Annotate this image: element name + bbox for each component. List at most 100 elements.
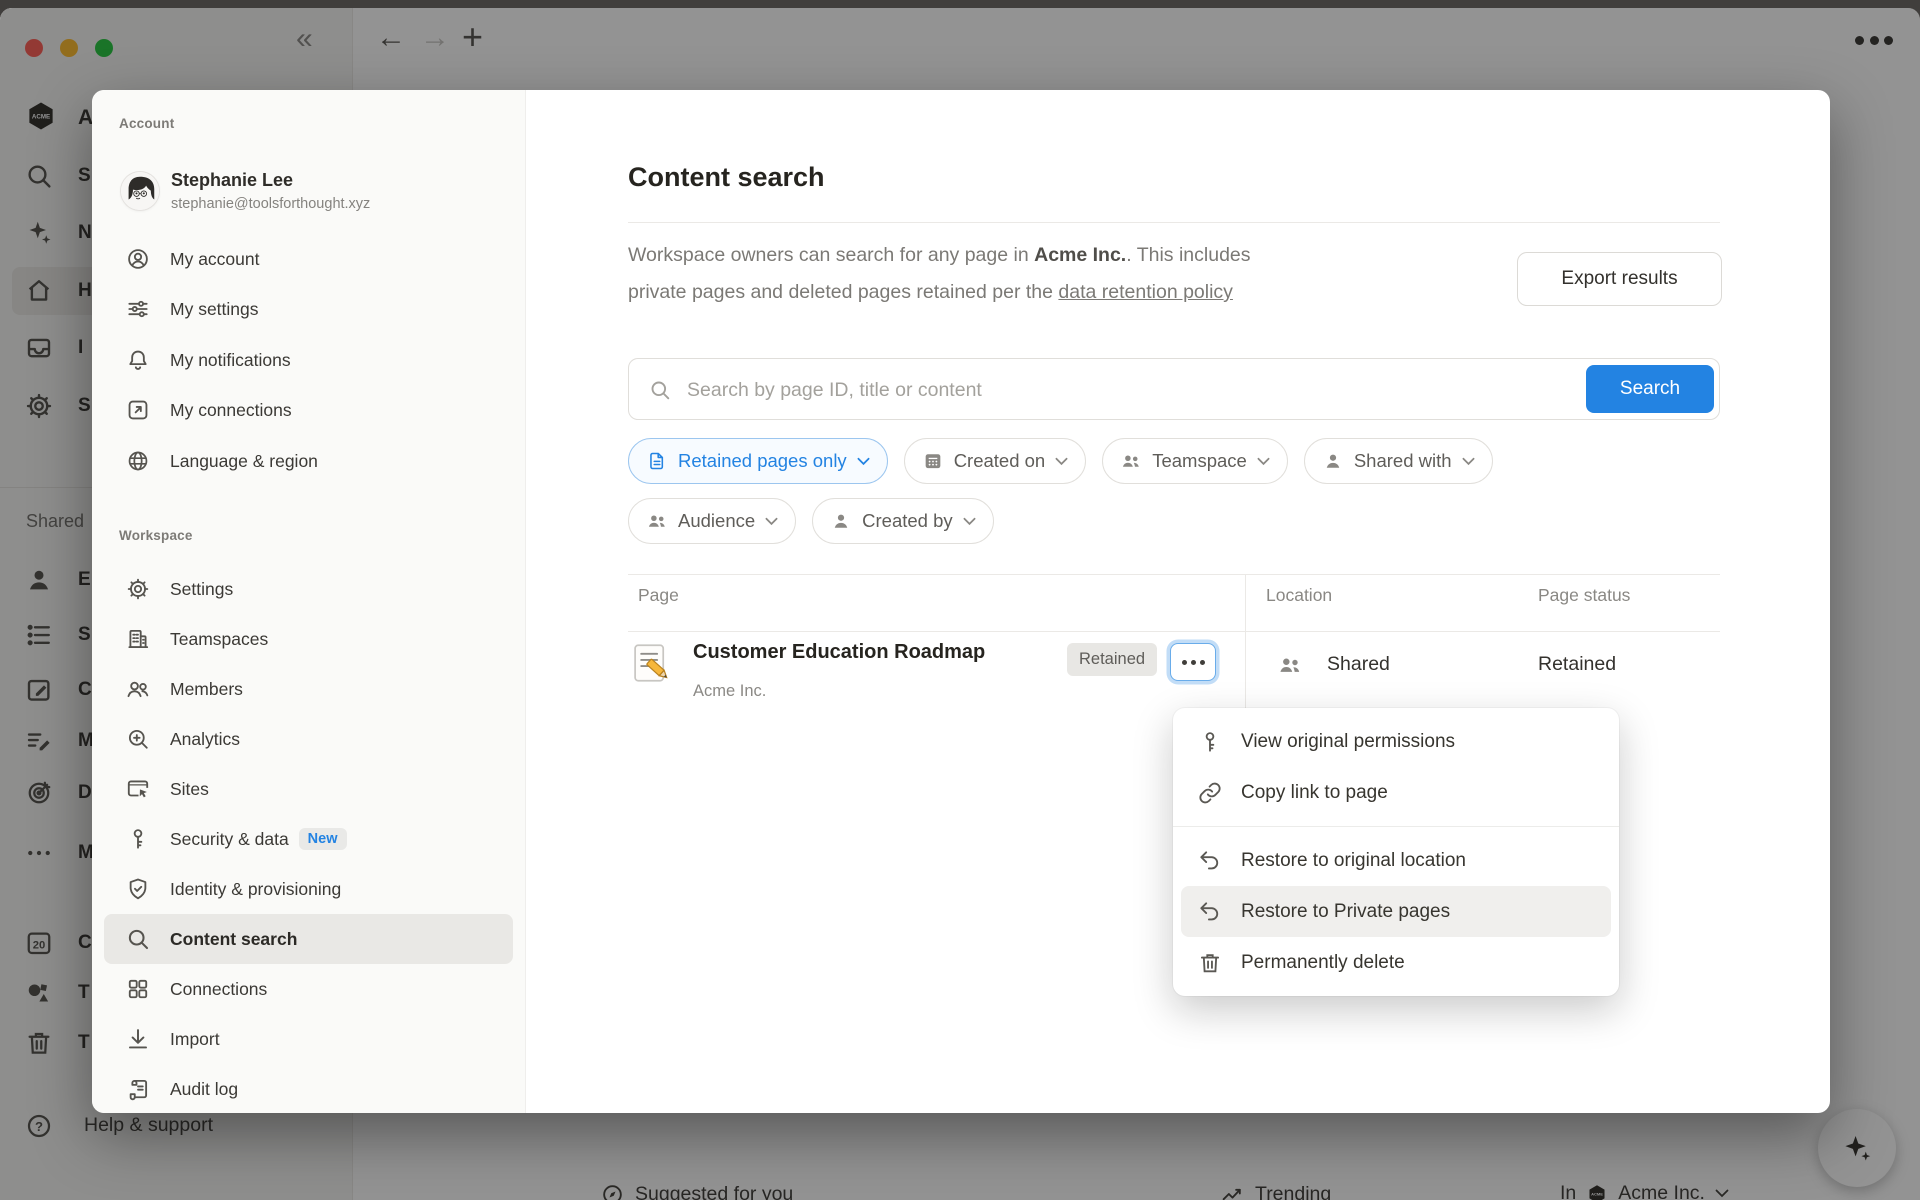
sidebar-item-teamspaces[interactable]: Teamspaces <box>104 614 513 664</box>
settings-modal: Account Stephanie Lee stephanie@toolsfor… <box>92 90 1830 1113</box>
row-more-button[interactable] <box>1170 643 1216 681</box>
sidebar-item-label: Content search <box>170 929 297 950</box>
filter-chip-created-by[interactable]: Created by <box>812 498 994 544</box>
sidebar-item-language-region[interactable]: Language & region <box>104 436 513 486</box>
sidebar-item-label: Import <box>170 1029 220 1050</box>
sidebar-item-members[interactable]: Members <box>104 664 513 714</box>
workspace-name-bold: Acme Inc. <box>1034 244 1126 266</box>
arrow-up-right-square-icon <box>125 397 151 423</box>
person-icon <box>830 510 852 532</box>
page-description: Workspace owners can search for any page… <box>628 237 1528 311</box>
sidebar-item-label: Audit log <box>170 1079 238 1100</box>
building-icon <box>125 626 151 652</box>
filter-chip-label: Audience <box>678 510 755 532</box>
menu-item-view-original-permissions[interactable]: View original permissions <box>1181 716 1611 767</box>
sidebar-item-identity-provisioning[interactable]: Identity & provisioning <box>104 864 513 914</box>
search-button[interactable]: Search <box>1586 365 1714 413</box>
menu-item-label: Copy link to page <box>1241 782 1388 804</box>
filter-chip-label: Created by <box>862 510 953 532</box>
profile-email: stephanie@toolsforthought.xyz <box>171 196 370 212</box>
menu-item-label: Restore to Private pages <box>1241 901 1450 923</box>
sidebar-item-label: My account <box>170 249 259 270</box>
sidebar-item-my-notifications[interactable]: My notifications <box>104 335 513 385</box>
sidebar-item-audit-log[interactable]: Audit log <box>104 1064 513 1113</box>
sidebar-item-label: My notifications <box>170 350 291 371</box>
chevron-down-icon <box>1462 457 1475 466</box>
menu-item-permanently-delete[interactable]: Permanently delete <box>1181 937 1611 988</box>
sidebar-item-label: Connections <box>170 979 267 1000</box>
table-header-divider <box>628 631 1720 632</box>
menu-item-restore-original-location[interactable]: Restore to original location <box>1181 835 1611 886</box>
row-page-title: Customer Education Roadmap <box>693 641 985 664</box>
filter-chip-retained-pages-only[interactable]: Retained pages only <box>628 438 888 484</box>
new-badge: New <box>299 828 347 850</box>
sidebar-item-label: Security & data <box>170 829 289 850</box>
document-icon <box>646 450 668 472</box>
restore-arrow-icon <box>1197 848 1223 874</box>
sidebar-item-my-connections[interactable]: My connections <box>104 385 513 435</box>
row-location: Shared <box>1327 653 1390 676</box>
sidebar-item-label: Language & region <box>170 451 318 472</box>
export-results-button[interactable]: Export results <box>1517 252 1722 306</box>
page-title: Content search <box>628 162 825 193</box>
sidebar-item-analytics[interactable]: Analytics <box>104 714 513 764</box>
description-line2: private pages and deleted pages retained… <box>628 274 1528 311</box>
filter-chip-shared-with[interactable]: Shared with <box>1304 438 1493 484</box>
sliders-icon <box>125 296 151 322</box>
trash-icon <box>1197 950 1223 976</box>
data-retention-policy-link[interactable]: data retention policy <box>1058 281 1233 303</box>
download-icon <box>125 1026 151 1052</box>
profile-name[interactable]: Stephanie Lee <box>171 170 293 191</box>
sidebar-item-label: Sites <box>170 779 209 800</box>
search-box: Search <box>628 358 1720 420</box>
chevron-down-icon <box>1257 457 1270 466</box>
calendar-icon <box>922 450 944 472</box>
filter-chip-label: Retained pages only <box>678 450 847 472</box>
gear-icon <box>125 576 151 602</box>
sidebar-item-my-account[interactable]: My account <box>104 234 513 284</box>
sidebar-item-label: Analytics <box>170 729 240 750</box>
sidebar-item-label: Settings <box>170 579 233 600</box>
menu-divider <box>1173 826 1619 827</box>
sidebar-item-import[interactable]: Import <box>104 1014 513 1064</box>
sidebar-item-security-data[interactable]: Security & data New <box>104 814 513 864</box>
sidebar-item-connections[interactable]: Connections <box>104 964 513 1014</box>
filter-chip-audience[interactable]: Audience <box>628 498 796 544</box>
row-page-status: Retained <box>1538 653 1616 676</box>
filter-chip-teamspace[interactable]: Teamspace <box>1102 438 1288 484</box>
restore-arrow-icon <box>1197 899 1223 925</box>
filter-chip-label: Shared with <box>1354 450 1452 472</box>
menu-item-copy-link-to-page[interactable]: Copy link to page <box>1181 767 1611 818</box>
chevron-down-icon <box>963 517 976 526</box>
workspace-section-header: Workspace <box>119 528 193 543</box>
search-input[interactable] <box>685 360 1569 420</box>
settings-sidebar: Account Stephanie Lee stephanie@toolsfor… <box>92 90 526 1113</box>
filter-chip-label: Teamspace <box>1152 450 1247 472</box>
globe-icon <box>125 448 151 474</box>
people-icon <box>1120 450 1142 472</box>
key-icon <box>1197 729 1223 755</box>
key-icon <box>125 826 151 852</box>
title-divider <box>628 222 1720 223</box>
memo-page-icon <box>629 641 673 685</box>
column-header-page: Page <box>638 585 679 606</box>
avatar[interactable] <box>121 172 159 210</box>
filter-chip-label: Created on <box>954 450 1046 472</box>
sidebar-item-sites[interactable]: Sites <box>104 764 513 814</box>
sidebar-item-label: My settings <box>170 299 259 320</box>
link-icon <box>1197 780 1223 806</box>
chevron-down-icon <box>765 517 778 526</box>
filter-chip-created-on[interactable]: Created on <box>904 438 1087 484</box>
filter-row-1: Retained pages only Created on Teamspace… <box>628 438 1493 484</box>
sidebar-item-content-search[interactable]: Content search <box>104 914 513 964</box>
sidebar-item-my-settings[interactable]: My settings <box>104 284 513 334</box>
chevron-down-icon <box>1055 457 1068 466</box>
bell-icon <box>125 347 151 373</box>
people-icon <box>646 510 668 532</box>
people-icon <box>125 676 151 702</box>
person-circle-icon <box>125 246 151 272</box>
person-icon <box>1322 450 1344 472</box>
menu-item-label: Restore to original location <box>1241 850 1466 872</box>
sidebar-item-settings[interactable]: Settings <box>104 564 513 614</box>
menu-item-restore-private-pages[interactable]: Restore to Private pages <box>1181 886 1611 937</box>
